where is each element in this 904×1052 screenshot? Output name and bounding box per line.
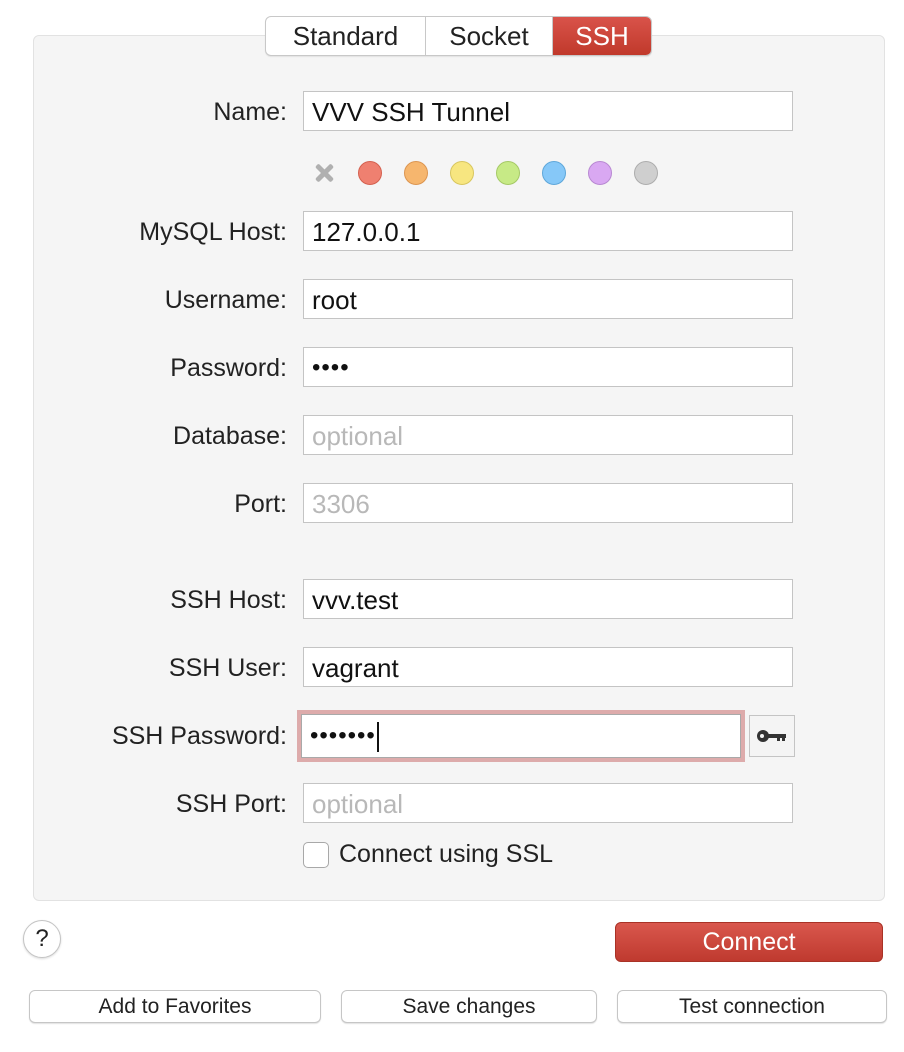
color-gray[interactable]	[634, 161, 658, 185]
color-blue[interactable]	[542, 161, 566, 185]
ssh-user-label: SSH User:	[168, 654, 287, 682]
username-field[interactable]: root	[303, 279, 793, 319]
name-field[interactable]: VVV SSH Tunnel	[303, 91, 793, 131]
port-row: Port: 3306	[0, 483, 904, 525]
username-label: Username:	[164, 286, 287, 314]
test-connection-button[interactable]: Test connection	[617, 990, 887, 1023]
ssl-option: Connect using SSL	[303, 840, 553, 869]
database-row: Database: optional	[0, 415, 904, 457]
database-field[interactable]: optional	[303, 415, 793, 455]
save-changes-button[interactable]: Save changes	[341, 990, 597, 1023]
ssl-checkbox[interactable]	[303, 841, 329, 868]
ssh-user-field[interactable]: vagrant	[303, 647, 793, 687]
password-label: Password:	[170, 354, 287, 382]
username-row: Username: root	[0, 279, 904, 321]
key-icon	[757, 730, 786, 742]
tab-standard[interactable]: Standard	[266, 17, 426, 55]
color-red[interactable]	[358, 161, 382, 185]
ssh-password-label: SSH Password:	[111, 722, 287, 750]
port-label: Port:	[234, 490, 287, 518]
mysql-host-row: MySQL Host: 127.0.0.1	[0, 211, 904, 253]
ssl-label[interactable]: Connect using SSL	[339, 840, 553, 869]
connect-button[interactable]: Connect	[615, 922, 883, 962]
ssh-host-row: SSH Host: vvv.test	[0, 579, 904, 621]
port-field[interactable]: 3306	[303, 483, 793, 523]
color-yellow[interactable]	[450, 161, 474, 185]
ssh-port-label: SSH Port:	[175, 790, 287, 818]
ssh-port-field[interactable]: optional	[303, 783, 793, 823]
ssh-host-label: SSH Host:	[170, 586, 287, 614]
ssh-port-row: SSH Port: optional	[0, 783, 904, 825]
database-label: Database:	[173, 422, 287, 450]
ssh-user-row: SSH User: vagrant	[0, 647, 904, 689]
password-field[interactable]: ••••	[303, 347, 793, 387]
text-caret	[376, 721, 379, 752]
color-selector	[312, 160, 680, 186]
mysql-host-label: MySQL Host:	[139, 218, 287, 246]
tab-socket[interactable]: Socket	[426, 17, 553, 55]
color-orange[interactable]	[404, 161, 428, 185]
help-button[interactable]: ?	[23, 920, 61, 958]
connection-type-tabs: Standard Socket SSH	[265, 16, 652, 56]
ssh-host-field[interactable]: vvv.test	[303, 579, 793, 619]
question-icon: ?	[35, 925, 49, 952]
color-green[interactable]	[496, 161, 520, 185]
tab-ssh[interactable]: SSH	[553, 17, 651, 55]
clear-color-x-icon[interactable]	[312, 161, 336, 185]
mysql-host-field[interactable]: 127.0.0.1	[303, 211, 793, 251]
ssh-password-value: •••••••	[310, 722, 376, 749]
ssh-password-field[interactable]: •••••••	[301, 714, 741, 758]
ssh-key-button[interactable]	[749, 715, 795, 757]
color-purple[interactable]	[588, 161, 612, 185]
ssh-password-row: SSH Password: •••••••	[0, 714, 904, 758]
add-to-favorites-button[interactable]: Add to Favorites	[29, 990, 321, 1023]
name-row: Name: VVV SSH Tunnel	[0, 91, 904, 133]
name-label: Name:	[213, 98, 287, 126]
password-row: Password: ••••	[0, 347, 904, 389]
